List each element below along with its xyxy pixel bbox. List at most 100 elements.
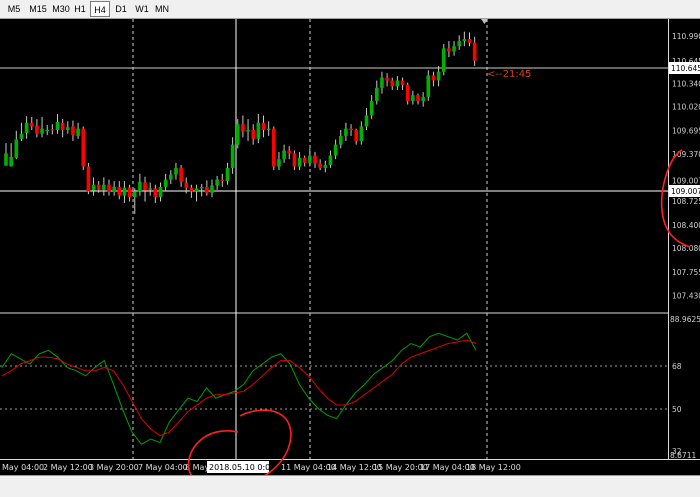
candle-bull — [246, 130, 250, 132]
candle-bear — [354, 130, 358, 141]
candle-bull — [338, 135, 343, 145]
candle-bull — [364, 115, 369, 127]
current-price-label: 110.645 — [671, 64, 700, 73]
candle-bull — [148, 188, 152, 190]
candle-bull — [9, 157, 13, 167]
candle-bear — [405, 84, 410, 101]
candle-bull — [40, 128, 44, 134]
candle-bull — [452, 46, 456, 52]
candle-bull — [102, 184, 106, 190]
candle-bull — [457, 41, 461, 47]
candle-bear — [302, 157, 307, 163]
candle-bull — [24, 122, 29, 133]
candle-bull — [436, 71, 441, 81]
price-axis-label: 107.755 — [672, 268, 700, 277]
candle-bear — [467, 38, 472, 43]
candle-bear — [251, 130, 255, 139]
candle-bear — [153, 188, 158, 198]
candle-bull — [112, 186, 116, 193]
candle-bull — [194, 188, 199, 192]
candle-bull — [235, 124, 240, 145]
candle-bull — [210, 185, 214, 193]
candle-bear — [220, 179, 225, 182]
candle-bear — [107, 184, 111, 193]
candle-bear — [313, 155, 317, 164]
candle-bear — [318, 163, 322, 168]
candle-bull — [282, 150, 286, 160]
candle-bull — [66, 127, 70, 131]
time-axis-label: 2 May 12:00 — [43, 463, 93, 472]
candle-bull — [380, 77, 384, 88]
price-axis-label: 110.340 — [672, 79, 700, 88]
price-axis-label: 110.020 — [672, 103, 700, 112]
candle-bear — [127, 187, 132, 198]
candle-bull — [369, 100, 374, 116]
candle-bull — [395, 80, 400, 87]
candle-bear — [143, 182, 147, 191]
candle-bull — [230, 144, 235, 168]
candle-bull — [215, 179, 219, 186]
candle-bear — [81, 128, 86, 167]
crosshair-time-label: 2018.05.10 0:00 — [209, 463, 275, 472]
candle-bear — [71, 126, 75, 136]
candle-bear — [447, 48, 451, 52]
candle-bull — [323, 165, 328, 168]
candle-bear — [179, 167, 183, 182]
candle-bull — [132, 191, 137, 198]
candle-bear — [292, 153, 297, 167]
candle-bull — [163, 179, 168, 187]
candle-bull — [55, 122, 60, 131]
price-axis-label: 109.695 — [672, 126, 700, 135]
time-axis-label: 18 May 12:00 — [466, 463, 521, 472]
candle-bull — [297, 157, 302, 167]
candle-bear — [29, 122, 34, 127]
price-axis-label: 110.990 — [672, 32, 700, 41]
candle-bull — [462, 38, 467, 42]
osc-axis-label: 8.6711 — [670, 451, 696, 460]
candle-bull — [421, 97, 425, 101]
price-axis-label: 109.007 — [672, 177, 700, 186]
candle-bull — [344, 128, 348, 136]
candle-bull — [76, 128, 80, 136]
time-axis: May 04:00 2 May 12:00 3 May 20:00 7 May … — [2, 461, 521, 473]
candle-bull — [14, 139, 19, 158]
bar-countdown-label: <--21:45 — [487, 69, 531, 80]
osc-axis-label: 88.9625 — [670, 315, 700, 324]
candle-bull — [225, 167, 230, 182]
candle-bear — [261, 122, 266, 131]
time-axis-label: May 04:00 — [2, 463, 44, 472]
stochastic-main-line — [1, 332, 477, 445]
crosshair-price-label: 109.007 — [671, 187, 700, 196]
candle-bear — [472, 42, 477, 61]
candle-bull — [91, 184, 96, 191]
candle-bear — [287, 150, 292, 154]
chart-canvas[interactable]: <--21:45 110.990 110.645 110.340 110.020 109… — [0, 0, 700, 475]
candle-bull — [426, 75, 431, 98]
candlestick-series — [4, 31, 477, 214]
candle-bull — [277, 159, 281, 167]
candle-bull — [4, 153, 8, 166]
price-axis-label: 108.725 — [672, 197, 700, 206]
candle-bear — [272, 128, 276, 167]
time-axis-label: 3 May 20:00 — [89, 463, 139, 472]
candle-bear — [50, 129, 55, 131]
candle-bull — [375, 87, 379, 101]
candle-bear — [117, 186, 122, 196]
candle-bull — [158, 186, 163, 198]
osc-axis-label: 50 — [672, 405, 682, 414]
candle-bear — [205, 186, 209, 193]
time-axis-label: 7 May 04:00 — [138, 463, 188, 472]
candle-bull — [333, 144, 338, 156]
candle-bear — [416, 95, 420, 101]
candle-bull — [308, 155, 312, 163]
candle-bull — [256, 122, 261, 139]
candle-bull — [199, 186, 204, 189]
candle-bull — [174, 167, 178, 175]
oscillator-panel: 88.9625 68 50 32 8.6711 — [0, 315, 700, 460]
candle-bear — [241, 124, 245, 132]
candle-bear — [184, 182, 189, 188]
candle-bull — [411, 95, 415, 101]
price-axis-label: 107.430 — [672, 292, 700, 301]
candle-bear — [60, 122, 65, 131]
price-panel: <--21:45 110.990 110.645 110.340 110.020 109… — [0, 19, 700, 460]
